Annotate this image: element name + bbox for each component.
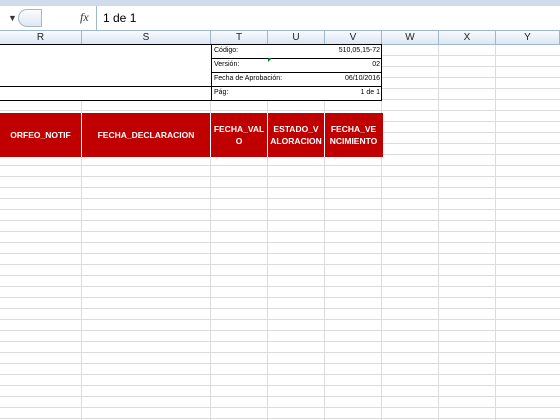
info-border xyxy=(0,44,382,45)
info-border xyxy=(0,100,382,101)
namebox-dropdown-icon[interactable]: ▼ xyxy=(8,14,17,23)
info-border xyxy=(381,44,382,101)
header-fecha-valo[interactable]: FECHA_VAL O xyxy=(211,113,268,157)
fecha-aprobacion-label: Fecha de Aprobación: xyxy=(214,75,283,82)
header-orfeo-notif[interactable]: ORFEO_NOTIF xyxy=(0,113,82,157)
formula-cancel-button[interactable] xyxy=(18,9,42,27)
info-border xyxy=(211,72,382,73)
column-header-y[interactable]: Y xyxy=(496,31,560,44)
formula-bar: ▼ fx 1 de 1 xyxy=(0,6,560,31)
info-border xyxy=(211,44,212,101)
version-value: 02 xyxy=(372,61,380,68)
fx-icon[interactable]: fx xyxy=(80,10,89,25)
grid-col-line xyxy=(210,45,211,420)
info-border xyxy=(211,58,382,59)
column-header-r[interactable]: R xyxy=(0,31,82,44)
formula-divider xyxy=(96,6,97,30)
grid-col-line xyxy=(324,45,325,420)
column-header-row: R S T U V W X Y xyxy=(0,31,560,45)
column-header-x[interactable]: X xyxy=(439,31,496,44)
fecha-aprobacion-value: 06/10/2016 xyxy=(344,75,380,82)
column-header-u[interactable]: U xyxy=(268,31,325,44)
column-header-t[interactable]: T xyxy=(211,31,268,44)
header-estado-valoracion[interactable]: ESTADO_V ALORACION xyxy=(268,113,325,157)
header-fecha-declaracion[interactable]: FECHA_DECLARACION xyxy=(82,113,211,157)
version-label: Versión: xyxy=(214,61,240,68)
pag-value: 1 de 1 xyxy=(360,89,380,96)
grid-col-line xyxy=(81,45,82,420)
formula-input[interactable]: 1 de 1 xyxy=(103,11,136,25)
header-fecha-vencimiento[interactable]: FECHA_VE NCIMIENTO xyxy=(325,113,382,157)
grid-col-line xyxy=(495,45,496,420)
column-header-v[interactable]: V xyxy=(325,31,382,44)
grid-col-line xyxy=(381,45,382,420)
column-header-s[interactable]: S xyxy=(82,31,211,44)
comment-indicator-icon[interactable] xyxy=(268,58,272,62)
grid-col-line xyxy=(267,45,268,420)
info-border xyxy=(0,86,382,87)
grid-col-line xyxy=(438,45,439,420)
cell-grid[interactable] xyxy=(0,45,560,420)
column-header-w[interactable]: W xyxy=(382,31,439,44)
pag-label: Pág: xyxy=(214,89,229,96)
codigo-value: 510,05,15-72 xyxy=(338,47,380,54)
codigo-label: Código: xyxy=(214,47,239,54)
